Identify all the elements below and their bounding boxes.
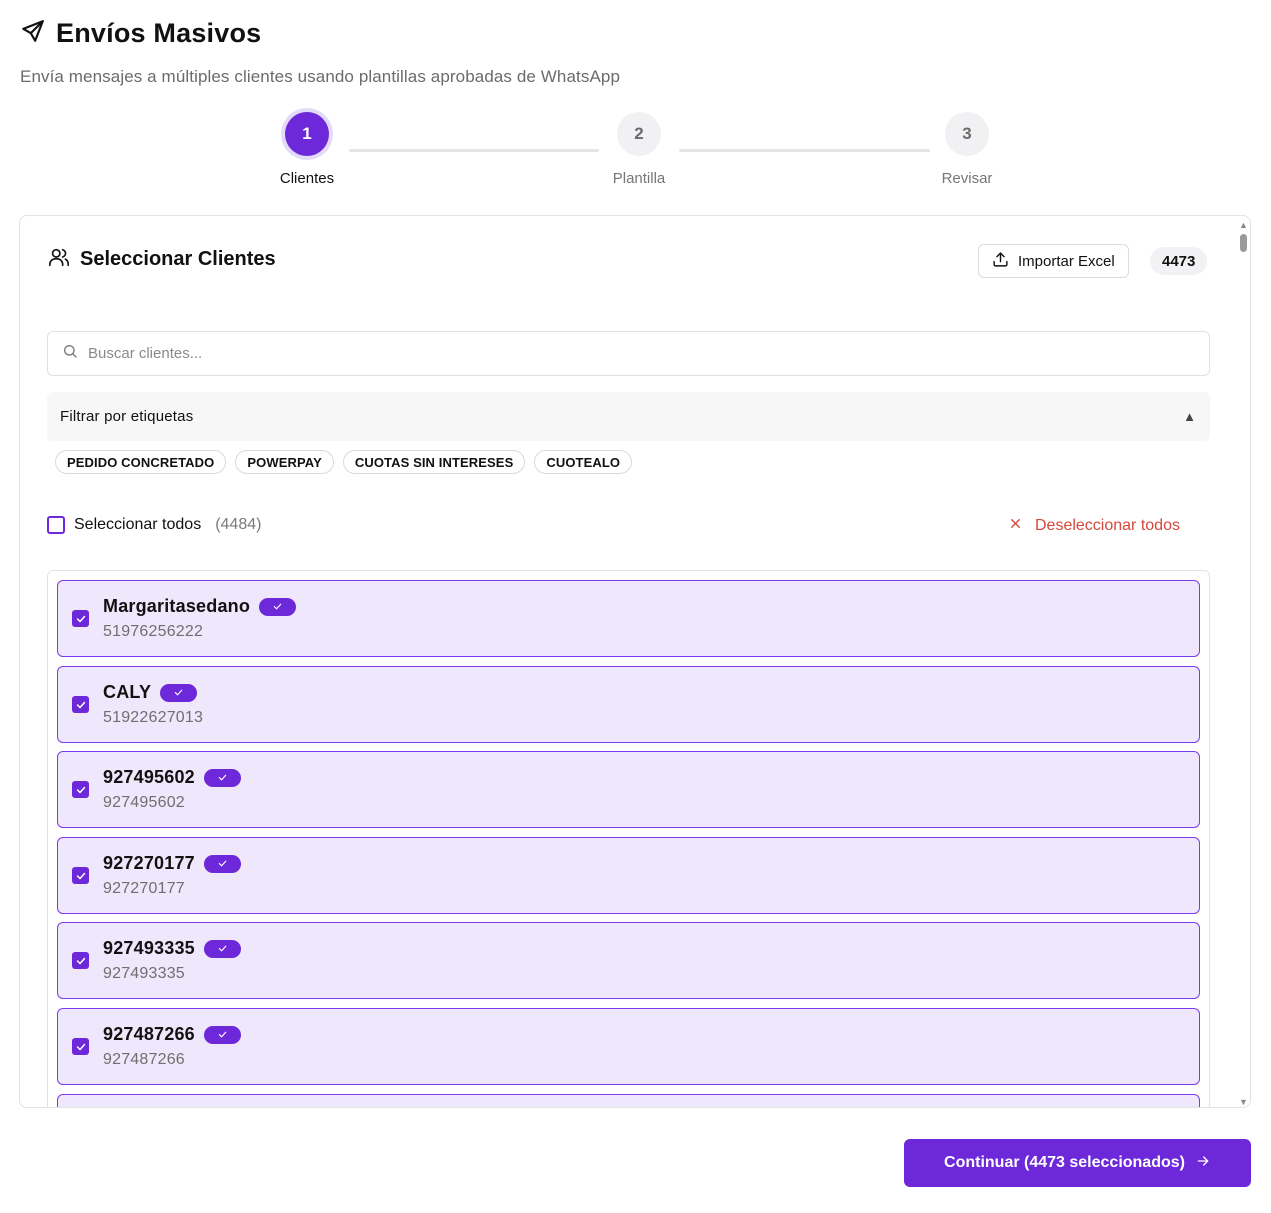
- client-name: Margaritasedano: [103, 596, 251, 616]
- select-all-total: (4484): [215, 516, 262, 533]
- scroll-up-icon[interactable]: ▲: [1239, 220, 1248, 230]
- page-header: Envíos Masivos Envía mensajes a múltiple…: [20, 18, 620, 87]
- step-label: Revisar: [941, 170, 993, 187]
- checkbox[interactable]: [47, 516, 65, 534]
- client-phone: 51976256222: [103, 623, 204, 640]
- continue-label: Continuar (4473 seleccionados): [944, 1154, 1185, 1171]
- client-name: CALY: [103, 682, 152, 702]
- tag-filter-toggle[interactable]: Filtrar por etiquetas ▲: [47, 392, 1210, 441]
- client-checkbox[interactable]: [72, 952, 89, 969]
- step-clientes[interactable]: 1 Clientes: [247, 112, 367, 187]
- check-icon: [259, 597, 297, 616]
- client-checkbox[interactable]: [72, 696, 89, 713]
- client-item[interactable]: Margaritasedano 51976256222: [57, 580, 1200, 657]
- select-all-checkbox[interactable]: Seleccionar todos (4484): [47, 516, 261, 534]
- tag-chip[interactable]: POWERPAY: [235, 450, 334, 474]
- client-name-row: 927493335: [103, 938, 241, 959]
- scroll-thumb[interactable]: [1240, 234, 1247, 252]
- tag-chip[interactable]: PEDIDO CONCRETADO: [55, 450, 227, 474]
- users-icon: [48, 246, 70, 273]
- tag-chip[interactable]: CUOTAS SIN INTERESES: [342, 450, 526, 474]
- client-item[interactable]: 927487266 927487266: [57, 1008, 1200, 1085]
- tag-chip[interactable]: CUOTEALO: [534, 450, 633, 474]
- check-icon: [160, 683, 198, 702]
- page-title: Envíos Masivos: [56, 18, 262, 48]
- close-icon: [1008, 516, 1023, 536]
- page-subtitle: Envía mensajes a múltiples clientes usan…: [20, 67, 621, 86]
- step-connector-2: [679, 149, 930, 152]
- select-clients-card: Seleccionar Clientes Importar Excel 4473…: [19, 215, 1251, 1108]
- client-phone: 927270177: [103, 880, 185, 897]
- step-label: Clientes: [279, 170, 335, 187]
- step-connector-1: [349, 149, 599, 152]
- client-name-row: CALY: [103, 682, 198, 703]
- caret-up-icon: ▲: [1183, 409, 1196, 424]
- client-name: 927270177: [103, 853, 195, 873]
- client-item[interactable]: CALY 51922627013: [57, 666, 1200, 743]
- step-number: 3: [945, 112, 989, 156]
- client-phone: 927487266: [103, 1051, 185, 1068]
- client-name: 927487266: [103, 1024, 195, 1044]
- client-name-row: Margaritasedano: [103, 596, 297, 617]
- client-phone: 927493335: [103, 965, 185, 982]
- search-icon: [62, 343, 78, 364]
- step-plantilla[interactable]: 2 Plantilla: [579, 112, 699, 187]
- client-phone: 51922627013: [103, 709, 204, 726]
- continue-button[interactable]: Continuar (4473 seleccionados): [904, 1139, 1251, 1187]
- client-item[interactable]: 927493335 927493335: [57, 922, 1200, 999]
- arrow-right-icon: [1195, 1153, 1211, 1174]
- card-content: Seleccionar Clientes Importar Excel 4473…: [20, 216, 1236, 1107]
- client-checkbox[interactable]: [72, 1038, 89, 1055]
- client-item[interactable]: 927270177 927270177: [57, 837, 1200, 914]
- select-all-label: Seleccionar todos: [74, 516, 202, 533]
- check-icon: [203, 939, 241, 958]
- client-item-partial[interactable]: [57, 1094, 1200, 1107]
- search-box[interactable]: [47, 331, 1210, 376]
- client-list[interactable]: Margaritasedano 51976256222 CALY 5192262…: [47, 570, 1210, 1107]
- check-icon: [203, 1025, 241, 1044]
- client-checkbox[interactable]: [72, 610, 89, 627]
- tag-list: PEDIDO CONCRETADO POWERPAY CUOTAS SIN IN…: [55, 450, 633, 474]
- scroll-down-icon[interactable]: ▼: [1239, 1097, 1248, 1107]
- client-name: 927493335: [103, 938, 195, 958]
- card-title: Seleccionar Clientes: [80, 248, 276, 270]
- client-name-row: 927495602: [103, 767, 241, 788]
- selected-count-badge: 4473: [1150, 247, 1208, 275]
- search-input[interactable]: [88, 345, 1188, 362]
- client-name-row: 927270177: [103, 853, 241, 874]
- step-revisar[interactable]: 3 Revisar: [907, 112, 1027, 187]
- step-number: 2: [617, 112, 661, 156]
- check-icon: [203, 768, 241, 787]
- deselect-all-label: Deseleccionar todos: [1035, 517, 1180, 534]
- step-label: Plantilla: [612, 170, 666, 187]
- client-name-row: 927487266: [103, 1024, 241, 1045]
- stepper: 1 Clientes 2 Plantilla 3 Revisar: [0, 112, 1271, 192]
- check-icon: [203, 854, 241, 873]
- deselect-all-button[interactable]: Deseleccionar todos: [1008, 516, 1180, 536]
- send-icon: [20, 18, 46, 49]
- step-number: 1: [285, 112, 329, 156]
- import-excel-button[interactable]: Importar Excel: [978, 244, 1129, 278]
- upload-icon: [992, 251, 1009, 272]
- card-scrollbar[interactable]: ▲ ▼: [1236, 216, 1250, 1107]
- card-header: Seleccionar Clientes: [48, 246, 276, 273]
- client-phone: 927495602: [103, 794, 185, 811]
- client-name: 927495602: [103, 767, 195, 787]
- client-checkbox[interactable]: [72, 867, 89, 884]
- import-excel-label: Importar Excel: [1018, 252, 1115, 270]
- title-row: Envíos Masivos: [20, 18, 620, 49]
- client-checkbox[interactable]: [72, 781, 89, 798]
- filter-label: Filtrar por etiquetas: [60, 408, 194, 425]
- client-item[interactable]: 927495602 927495602: [57, 751, 1200, 828]
